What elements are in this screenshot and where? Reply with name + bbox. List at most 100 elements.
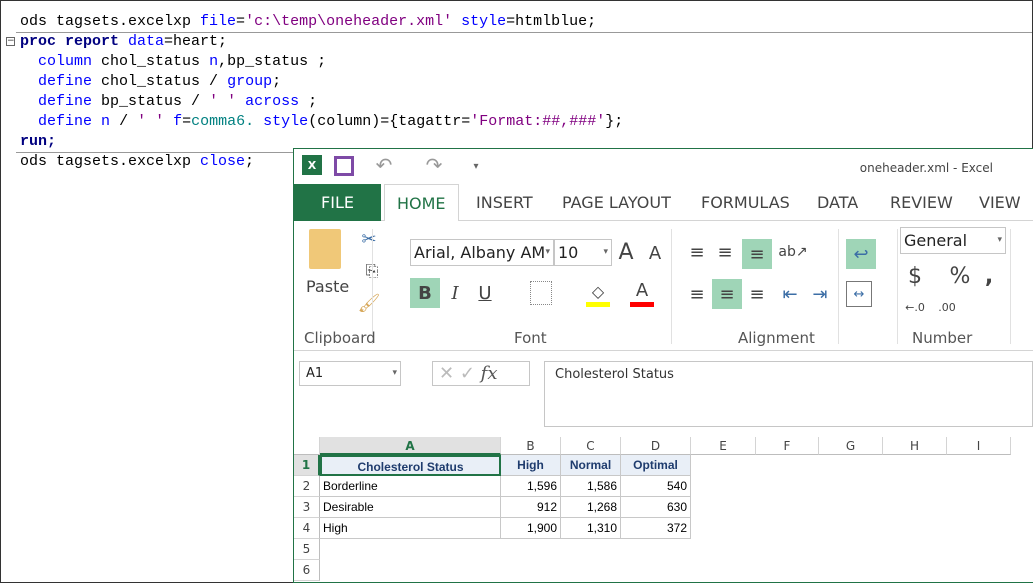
align-top-icon[interactable]: ≡ bbox=[686, 239, 708, 265]
code-token-kw: n bbox=[209, 53, 219, 70]
ribbon-tabs: FILE HOME INSERT PAGE LAYOUT FORMULAS DA… bbox=[294, 184, 1033, 222]
insert-function-icon[interactable]: fx bbox=[481, 363, 498, 384]
tab-home[interactable]: HOME bbox=[384, 184, 459, 222]
merge-center-icon[interactable]: ↔ bbox=[846, 281, 872, 307]
table-cell[interactable]: 1,268 bbox=[561, 497, 621, 518]
quick-access-toolbar: X ↶ ↷ ▾ oneheader.xml - Excel bbox=[294, 149, 1033, 184]
percent-icon[interactable]: % bbox=[947, 261, 973, 291]
table-cell[interactable]: 1,900 bbox=[501, 518, 561, 539]
increase-decimal-icon[interactable]: ←.0 bbox=[902, 295, 928, 319]
tab-view[interactable]: VIEW bbox=[967, 184, 1033, 221]
column-header[interactable]: H bbox=[883, 437, 947, 455]
align-left-icon[interactable]: ≡ bbox=[686, 279, 708, 309]
borders-icon[interactable] bbox=[530, 281, 552, 305]
column-header[interactable]: F bbox=[756, 437, 819, 455]
paste-button[interactable]: Paste bbox=[306, 277, 349, 296]
code-token-plain: bp_status / bbox=[92, 93, 210, 110]
format-painter-icon[interactable]: 🖌 bbox=[357, 291, 381, 315]
shrink-font-icon[interactable]: A bbox=[646, 241, 664, 265]
row-header[interactable]: 6 bbox=[294, 560, 320, 581]
header-cell[interactable]: Cholesterol Status bbox=[320, 455, 501, 476]
column-header[interactable]: D bbox=[621, 437, 691, 455]
decrease-indent-icon[interactable]: ⇤ bbox=[778, 279, 802, 309]
header-cell[interactable]: Normal bbox=[561, 455, 621, 476]
code-token-kw: file bbox=[200, 13, 237, 30]
table-cell[interactable]: High bbox=[320, 518, 501, 539]
table-cell[interactable]: Borderline bbox=[320, 476, 501, 497]
code-token-kw: define bbox=[38, 73, 93, 90]
row-header[interactable]: 3 bbox=[294, 497, 320, 518]
code-token-plain: ; bbox=[245, 153, 255, 170]
row-header[interactable]: 1 bbox=[294, 455, 320, 476]
window-title: oneheader.xml - Excel bbox=[859, 161, 993, 175]
table-cell[interactable]: 540 bbox=[621, 476, 691, 497]
tab-insert[interactable]: INSERT bbox=[464, 184, 545, 221]
number-format-select[interactable]: General ▾ bbox=[900, 227, 1006, 254]
fold-toggle-icon[interactable]: − bbox=[6, 37, 15, 46]
code-token-plain: chol_status / bbox=[92, 73, 228, 90]
font-size-select[interactable]: 10 ▾ bbox=[554, 239, 612, 266]
currency-icon[interactable]: $ bbox=[904, 261, 926, 291]
row-header[interactable]: 4 bbox=[294, 518, 320, 539]
column-header[interactable]: C bbox=[561, 437, 621, 455]
increase-indent-icon[interactable]: ⇥ bbox=[808, 279, 832, 309]
comma-style-icon[interactable]: , bbox=[982, 261, 996, 291]
underline-button[interactable]: U bbox=[474, 278, 496, 308]
table-cell[interactable]: 1,310 bbox=[561, 518, 621, 539]
row-header[interactable]: 5 bbox=[294, 539, 320, 560]
table-cell[interactable]: 1,596 bbox=[501, 476, 561, 497]
cancel-icon[interactable]: ✕ bbox=[439, 363, 454, 384]
wrap-text-icon[interactable]: ↩ bbox=[846, 239, 876, 269]
name-box[interactable]: A1 ▾ bbox=[299, 361, 401, 386]
decrease-decimal-icon[interactable]: .00 bbox=[934, 295, 960, 319]
enter-icon[interactable]: ✓ bbox=[460, 363, 475, 384]
row-header[interactable]: 2 bbox=[294, 476, 320, 497]
italic-button[interactable]: I bbox=[444, 278, 466, 308]
customize-qat-icon[interactable]: ▾ bbox=[469, 157, 483, 175]
grow-font-icon[interactable]: A bbox=[616, 239, 636, 265]
group-label-number: Number bbox=[912, 329, 973, 347]
header-cell[interactable]: Optimal bbox=[621, 455, 691, 476]
table-cell[interactable]: 630 bbox=[621, 497, 691, 518]
column-header[interactable]: I bbox=[947, 437, 1011, 455]
code-token-plain: ; bbox=[299, 93, 318, 110]
column-header[interactable]: B bbox=[501, 437, 561, 455]
table-cell[interactable]: 1,586 bbox=[561, 476, 621, 497]
cut-icon[interactable]: ✂ bbox=[357, 227, 381, 251]
header-cell[interactable]: High bbox=[501, 455, 561, 476]
tab-formulas[interactable]: FORMULAS bbox=[689, 184, 802, 221]
paste-icon[interactable] bbox=[309, 229, 341, 269]
table-cell[interactable]: Desirable bbox=[320, 497, 501, 518]
code-token-plain: = bbox=[236, 13, 246, 30]
tab-review[interactable]: REVIEW bbox=[878, 184, 965, 221]
formula-input[interactable]: Cholesterol Status bbox=[544, 361, 1033, 427]
column-header[interactable]: G bbox=[819, 437, 883, 455]
font-color-icon[interactable]: A bbox=[630, 279, 654, 307]
fill-color-icon[interactable]: ◇ bbox=[586, 281, 610, 307]
column-header[interactable]: A bbox=[320, 437, 501, 455]
align-bottom-icon[interactable]: ≡ bbox=[742, 239, 772, 269]
orientation-icon[interactable]: ab↗ bbox=[778, 239, 807, 265]
align-middle-icon[interactable]: ≡ bbox=[714, 239, 736, 265]
code-token-kw: define bbox=[38, 113, 93, 130]
align-right-icon[interactable]: ≡ bbox=[746, 279, 768, 309]
bold-button[interactable]: B bbox=[410, 278, 440, 308]
tab-data[interactable]: DATA bbox=[805, 184, 870, 221]
worksheet-grid[interactable]: A B C D E F G H I 1 2 3 4 5 6 Cholesterol Status High Nor… bbox=[294, 437, 1033, 582]
undo-icon[interactable]: ↶ bbox=[369, 153, 399, 177]
select-all-corner[interactable] bbox=[294, 437, 320, 455]
redo-icon[interactable]: ↷ bbox=[419, 153, 449, 177]
align-center-icon[interactable]: ≡ bbox=[712, 279, 742, 309]
code-token-kw: group bbox=[227, 73, 273, 90]
table-cell[interactable]: 372 bbox=[621, 518, 691, 539]
tab-page-layout[interactable]: PAGE LAYOUT bbox=[550, 184, 683, 221]
font-name-select[interactable]: Arial, Albany AM ▾ bbox=[410, 239, 554, 266]
ribbon-home: Paste ✂ ⎘ 🖌 Arial, Albany AM▾ 10▾ A A B … bbox=[294, 221, 1033, 351]
tab-file[interactable]: FILE bbox=[294, 184, 381, 221]
table-cell[interactable]: 912 bbox=[501, 497, 561, 518]
column-header[interactable]: E bbox=[691, 437, 756, 455]
save-icon[interactable] bbox=[334, 156, 354, 176]
